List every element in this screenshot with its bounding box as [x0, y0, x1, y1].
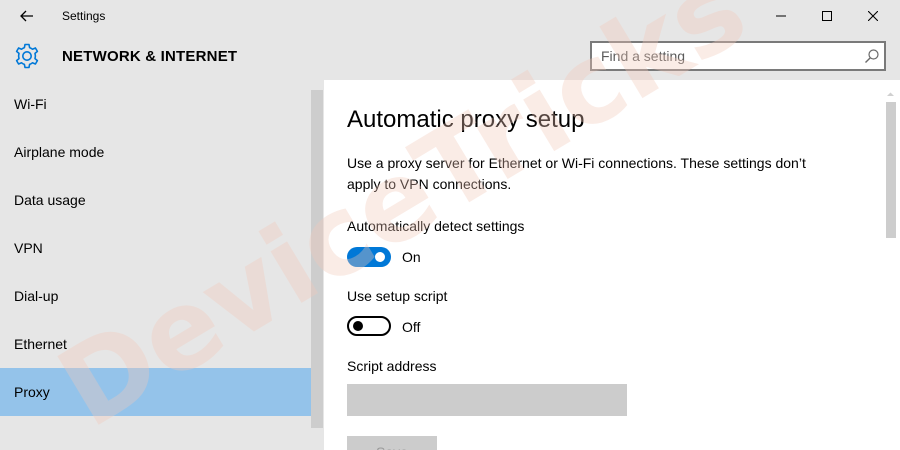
- page-title: Automatic proxy setup: [347, 106, 585, 133]
- sidebar-item-data-usage[interactable]: Data usage: [0, 176, 311, 224]
- maximize-button[interactable]: [804, 0, 850, 32]
- setup-script-state: Off: [402, 319, 421, 335]
- sidebar-item-label: VPN: [14, 240, 43, 256]
- sidebar-scrollbar[interactable]: [311, 90, 323, 428]
- title-bar: Settings: [0, 0, 900, 32]
- content-scrollbar[interactable]: [885, 90, 896, 450]
- setup-script-toggle[interactable]: [347, 316, 391, 336]
- sidebar-item-airplane-mode[interactable]: Airplane mode: [0, 128, 311, 176]
- toggle-knob: [353, 321, 363, 331]
- sidebar-item-vpn[interactable]: VPN: [0, 224, 311, 272]
- auto-detect-label: Automatically detect settings: [347, 218, 525, 234]
- sidebar-item-label: Wi-Fi: [14, 96, 47, 112]
- gear-icon: [15, 43, 39, 69]
- sidebar-item-label: Airplane mode: [14, 144, 105, 160]
- sidebar: Wi-Fi Airplane mode Data usage VPN Dial-…: [0, 80, 324, 450]
- auto-detect-state: On: [402, 249, 421, 265]
- proxy-description: Use a proxy server for Ethernet or Wi-Fi…: [347, 155, 806, 192]
- maximize-icon: [822, 11, 832, 21]
- search-input[interactable]: [592, 43, 854, 69]
- minimize-button[interactable]: [758, 0, 804, 32]
- sidebar-item-wifi[interactable]: Wi-Fi: [0, 80, 311, 128]
- page-header: NETWORK & INTERNET: [0, 32, 900, 80]
- sidebar-item-label: Dial-up: [14, 288, 59, 304]
- auto-detect-toggle[interactable]: [347, 247, 391, 267]
- script-address-field[interactable]: [347, 384, 627, 416]
- search-box[interactable]: [590, 41, 886, 71]
- sidebar-item-label: Ethernet: [14, 336, 67, 352]
- main-content: Automatic proxy setup Use a proxy server…: [324, 80, 900, 450]
- script-address-label: Script address: [347, 358, 437, 374]
- window-title: Settings: [62, 9, 106, 23]
- sidebar-item-ethernet[interactable]: Ethernet: [0, 320, 311, 368]
- sidebar-item-dial-up[interactable]: Dial-up: [0, 272, 311, 320]
- back-button[interactable]: [8, 0, 46, 32]
- sidebar-item-label: Data usage: [14, 192, 86, 208]
- close-button[interactable]: [850, 0, 896, 32]
- scroll-thumb[interactable]: [886, 102, 896, 238]
- close-icon: [868, 11, 878, 21]
- search-icon[interactable]: [864, 48, 880, 64]
- scroll-up-arrow-icon[interactable]: [885, 90, 896, 98]
- sidebar-item-proxy[interactable]: Proxy: [0, 368, 311, 416]
- toggle-knob: [375, 252, 385, 262]
- setup-script-label: Use setup script: [347, 288, 448, 304]
- sidebar-item-label: Proxy: [14, 384, 50, 400]
- save-button[interactable]: Save: [347, 436, 437, 450]
- minimize-icon: [776, 15, 786, 17]
- back-arrow-icon: [20, 10, 33, 22]
- section-title: NETWORK & INTERNET: [62, 48, 238, 65]
